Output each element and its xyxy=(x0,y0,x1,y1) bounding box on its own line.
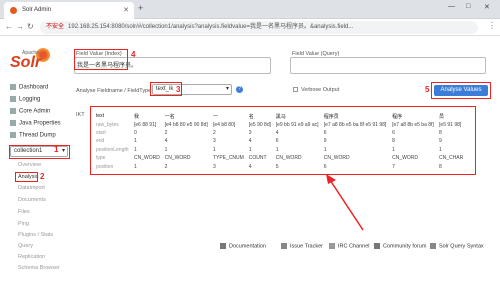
footer-irc-channel[interactable]: IRC Channel xyxy=(329,243,370,249)
document-icon xyxy=(220,243,226,249)
footer-community-forum[interactable]: Community forum xyxy=(374,243,426,249)
bug-icon xyxy=(281,243,287,249)
footer-documentation[interactable]: Documentation xyxy=(220,243,266,249)
forum-icon xyxy=(374,243,380,249)
syntax-icon xyxy=(430,243,436,249)
chat-icon xyxy=(329,243,335,249)
footer-issue-tracker[interactable]: Issue Tracker xyxy=(281,243,323,249)
footer-solr-query-syntax[interactable]: Solr Query Syntax xyxy=(430,243,484,249)
